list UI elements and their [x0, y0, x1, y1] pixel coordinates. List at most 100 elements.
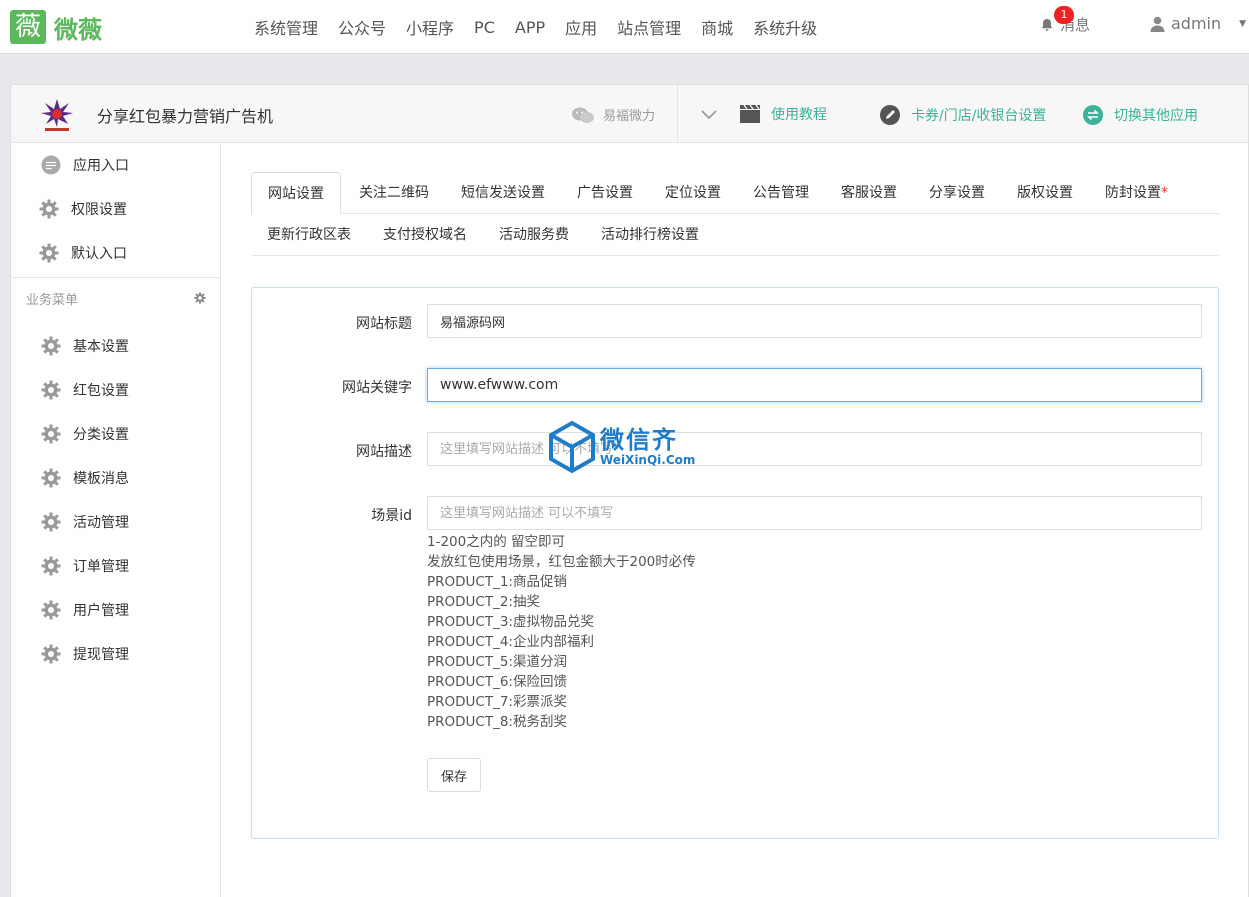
user-name: admin — [1171, 14, 1222, 33]
chevron-down-icon[interactable] — [699, 104, 719, 124]
caret-down-icon: ▼ — [1239, 18, 1247, 29]
watermark-text: 微信齐 WeiXinQi.Com — [600, 427, 695, 467]
sidebar: 应用入口 权限设置 默认入口 业务菜单 基本设置 红包设置 分类设置 模板消息 活动管理… — [11, 143, 221, 897]
wechat-account: 易福微力 — [571, 105, 655, 124]
sidebar-item-label: 权限设置 — [71, 202, 127, 218]
help-line: PRODUCT_2:抽奖 — [427, 594, 540, 610]
tab-customer-service[interactable]: 客服设置 — [825, 172, 913, 213]
sidebar-item-user-manage[interactable]: 用户管理 — [11, 588, 220, 632]
tutorial-label: 使用教程 — [771, 107, 827, 123]
tab-location-settings[interactable]: 定位设置 — [649, 172, 737, 213]
sidebar-item-label: 分类设置 — [73, 427, 129, 443]
tab-label: 防封设置 — [1105, 185, 1161, 201]
tab-row-2: 更新行政区表 支付授权域名 活动服务费 活动排行榜设置 — [251, 214, 1219, 256]
required-mark: * — [1161, 185, 1168, 201]
app-logo — [41, 99, 73, 131]
user-icon — [1150, 16, 1165, 32]
nav-mini-program[interactable]: 小程序 — [396, 15, 464, 39]
sidebar-item-default-entry[interactable]: 默认入口 — [11, 231, 220, 275]
sidebar-item-label: 默认入口 — [71, 246, 127, 262]
sidebar-item-category-settings[interactable]: 分类设置 — [11, 412, 220, 456]
nav-system-upgrade[interactable]: 系统升级 — [743, 15, 827, 39]
sidebar-item-order-manage[interactable]: 订单管理 — [11, 544, 220, 588]
brand-logo-mark: 薇 — [10, 10, 46, 44]
notifications-button[interactable]: 1 消息 — [1040, 6, 1090, 35]
sidebar-item-template-messages[interactable]: 模板消息 — [11, 456, 220, 500]
sidebar-item-redpacket-settings[interactable]: 红包设置 — [11, 368, 220, 412]
scene-id-label: 场景id — [371, 508, 412, 524]
tab-update-regions[interactable]: 更新行政区表 — [251, 214, 367, 255]
brand-logo-text: 微薇 — [54, 15, 102, 44]
help-line: 发放红包使用场景，红包金额大于200时必传 — [427, 554, 696, 570]
watermark-domain: WeiXinQi.Com — [600, 453, 696, 467]
sidebar-item-activity-manage[interactable]: 活动管理 — [11, 500, 220, 544]
sidebar-item-permissions[interactable]: 权限设置 — [11, 187, 220, 231]
nav-app[interactable]: APP — [505, 18, 555, 37]
app-header: 分享红包暴力营销广告机 易福微力 使用教程 卡券/门店/收银台设置 切换其他应用 — [11, 85, 1248, 143]
help-line: PRODUCT_7:彩票派奖 — [427, 694, 567, 710]
tab-follow-qrcode[interactable]: 关注二维码 — [343, 172, 445, 213]
app-title: 分享红包暴力营销广告机 — [97, 107, 274, 126]
site-title-input[interactable] — [427, 304, 1202, 338]
watermark-title: 微信齐 — [600, 426, 678, 454]
gear-icon — [39, 243, 59, 263]
settings-tabs: 网站设置 关注二维码 短信发送设置 广告设置 定位设置 公告管理 客服设置 分享… — [251, 172, 1219, 256]
gear-icon — [41, 468, 61, 488]
site-title-label: 网站标题 — [356, 316, 412, 332]
coupon-settings-link[interactable]: 卡券/门店/收银台设置 — [879, 104, 1046, 126]
tab-site-settings[interactable]: 网站设置 — [251, 172, 341, 214]
site-keywords-input[interactable] — [427, 368, 1202, 402]
sidebar-item-label: 订单管理 — [73, 559, 129, 575]
brand-logo[interactable]: 薇 微薇 — [10, 10, 102, 44]
tab-share-settings[interactable]: 分享设置 — [913, 172, 1001, 213]
sidebar-item-label: 活动管理 — [73, 515, 129, 531]
help-line: PRODUCT_3:虚拟物品兑奖 — [427, 614, 594, 630]
switch-app-link[interactable]: 切换其他应用 — [1082, 104, 1198, 126]
clapperboard-icon — [740, 104, 760, 123]
user-menu[interactable]: admin ▼ — [1150, 14, 1246, 33]
watermark: 微信齐 WeiXinQi.Com — [548, 420, 695, 474]
help-line: PRODUCT_8:税务刮奖 — [427, 714, 567, 730]
scene-id-input[interactable] — [427, 496, 1202, 530]
switch-app-label: 切换其他应用 — [1114, 108, 1198, 124]
sidebar-item-label: 红包设置 — [73, 383, 129, 399]
tab-payment-domain[interactable]: 支付授权域名 — [367, 214, 483, 255]
tab-announcements[interactable]: 公告管理 — [737, 172, 825, 213]
gear-icon — [41, 600, 61, 620]
save-button[interactable]: 保存 — [427, 758, 481, 792]
tab-anti-block-settings[interactable]: 防封设置* — [1089, 172, 1184, 213]
tab-activity-fee[interactable]: 活动服务费 — [483, 214, 585, 255]
nav-site-manage[interactable]: 站点管理 — [607, 15, 691, 39]
help-line: PRODUCT_4:企业内部福利 — [427, 634, 594, 650]
notification-count-badge: 1 — [1054, 6, 1074, 24]
gear-icon[interactable] — [194, 292, 206, 304]
sidebar-business-menu: 基本设置红包设置分类设置模板消息活动管理订单管理用户管理 提现管理 — [11, 324, 220, 676]
tab-copyright-settings[interactable]: 版权设置 — [1001, 172, 1089, 213]
tab-row-1: 网站设置 关注二维码 短信发送设置 广告设置 定位设置 公告管理 客服设置 分享… — [251, 172, 1219, 214]
sidebar-item-withdraw-manage[interactable]: 提现管理 — [11, 632, 220, 676]
nav-apps[interactable]: 应用 — [555, 15, 607, 39]
sidebar-item-basic-settings[interactable]: 基本设置 — [11, 324, 220, 368]
site-description-input[interactable] — [427, 432, 1202, 466]
gear-icon — [41, 336, 61, 356]
tab-sms-settings[interactable]: 短信发送设置 — [445, 172, 561, 213]
nav-system-manage[interactable]: 系统管理 — [244, 15, 328, 39]
tab-activity-ranking[interactable]: 活动排行榜设置 — [585, 214, 715, 255]
gear-icon — [41, 424, 61, 444]
nav-official-account[interactable]: 公众号 — [328, 15, 396, 39]
gear-icon — [39, 199, 59, 219]
main-panel: 分享红包暴力营销广告机 易福微力 使用教程 卡券/门店/收银台设置 切换其他应用… — [10, 84, 1249, 897]
tutorial-link[interactable]: 使用教程 — [739, 104, 827, 124]
sidebar-item-label: 基本设置 — [73, 339, 129, 355]
nav-mall[interactable]: 商城 — [691, 15, 743, 39]
wechat-icon — [572, 107, 594, 123]
top-nav-menu: 系统管理 公众号 小程序 PC APP 应用 站点管理 商城 系统升级 — [244, 0, 827, 54]
bell-icon — [1041, 18, 1053, 31]
nav-pc[interactable]: PC — [464, 18, 505, 37]
switch-icon — [1083, 105, 1103, 125]
gear-icon — [41, 644, 61, 664]
sidebar-item-app-entry[interactable]: 应用入口 — [11, 143, 220, 187]
tab-ad-settings[interactable]: 广告设置 — [561, 172, 649, 213]
cube-logo-icon — [549, 420, 595, 474]
site-keywords-label: 网站关键字 — [342, 380, 412, 396]
